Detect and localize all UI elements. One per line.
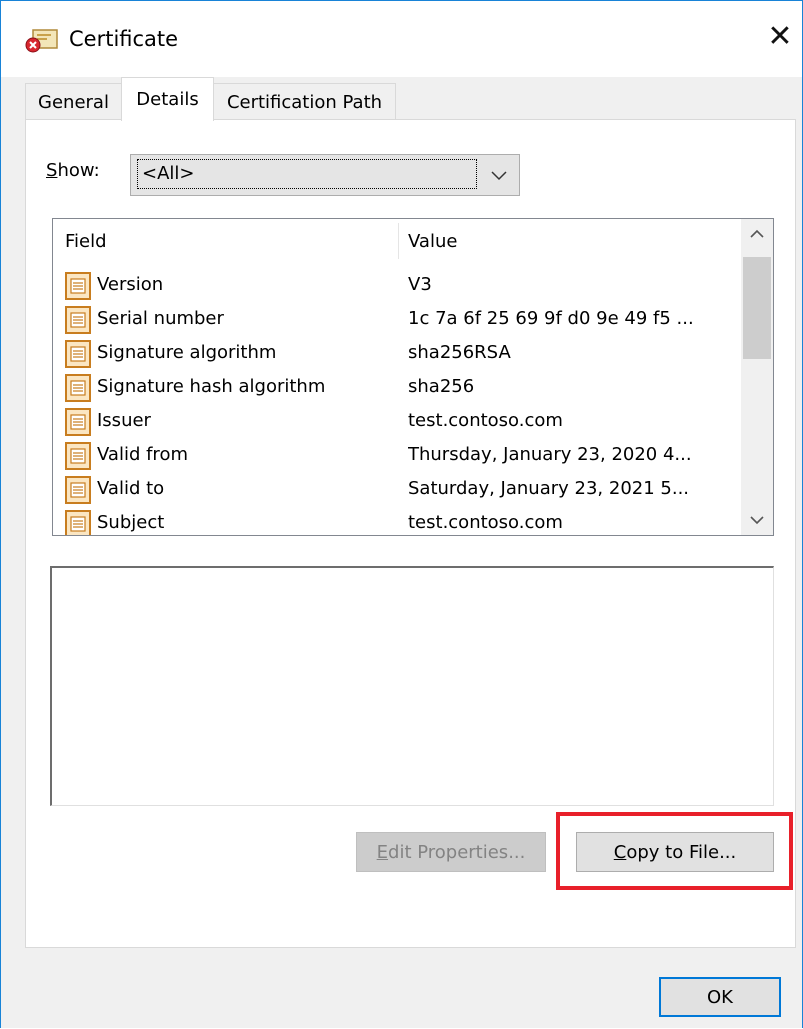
tab-general-label: General bbox=[38, 92, 109, 113]
list-item[interactable]: Valid from Thursday, January 23, 2020 4..… bbox=[53, 439, 743, 473]
edit-properties-button[interactable]: Edit Properties... bbox=[356, 832, 546, 872]
column-header-value[interactable]: Value bbox=[408, 231, 457, 252]
field-name: Issuer bbox=[97, 410, 151, 431]
certificate-dialog: Certificate ✕ General Details Certificat… bbox=[0, 0, 803, 1028]
certificate-icon bbox=[25, 27, 59, 53]
field-value: Thursday, January 23, 2020 4... bbox=[408, 444, 692, 465]
tab-certification-path-label: Certification Path bbox=[226, 92, 383, 113]
field-name: Serial number bbox=[97, 308, 224, 329]
list-rows: Version V3 Serial number 1c 7a 6f 25 69 9f … bbox=[53, 269, 743, 535]
tab-general[interactable]: General bbox=[25, 83, 122, 121]
details-panel: Show: <All> Field Value Version V3 Serial … bbox=[25, 119, 796, 948]
field-value: Saturday, January 23, 2021 5... bbox=[408, 478, 690, 499]
field-value: sha256 bbox=[408, 376, 475, 397]
list-item[interactable]: Signature hash algorithm sha256 bbox=[53, 371, 743, 405]
chevron-down-icon bbox=[489, 163, 509, 187]
list-item[interactable]: Subject test.contoso.com bbox=[53, 507, 743, 535]
field-name: Valid to bbox=[97, 478, 165, 499]
column-header-field[interactable]: Field bbox=[65, 231, 107, 252]
ok-label: OK bbox=[707, 986, 733, 1008]
show-label-accesskey: S bbox=[46, 160, 58, 181]
field-value: 1c 7a 6f 25 69 9f d0 9e 49 f5 ... bbox=[408, 308, 694, 329]
field-icon bbox=[63, 339, 93, 369]
list-item[interactable]: Serial number 1c 7a 6f 25 69 9f d0 9e 49 … bbox=[53, 303, 743, 337]
field-icon bbox=[63, 373, 93, 403]
field-icon bbox=[63, 305, 93, 335]
field-name: Signature hash algorithm bbox=[97, 376, 326, 397]
field-value: V3 bbox=[408, 274, 432, 295]
show-label-text: how: bbox=[57, 160, 100, 181]
column-divider[interactable] bbox=[398, 223, 399, 259]
vertical-scrollbar[interactable] bbox=[741, 219, 773, 535]
field-name: Subject bbox=[97, 512, 165, 533]
ok-button[interactable]: OK bbox=[659, 977, 781, 1017]
tab-certification-path[interactable]: Certification Path bbox=[213, 83, 396, 121]
field-value: test.contoso.com bbox=[408, 512, 563, 533]
list-item[interactable]: Version V3 bbox=[53, 269, 743, 303]
scroll-down-button[interactable] bbox=[741, 505, 773, 535]
list-item[interactable]: Issuer test.contoso.com bbox=[53, 405, 743, 439]
tab-details-label: Details bbox=[136, 89, 199, 110]
field-value: test.contoso.com bbox=[408, 410, 563, 431]
chevron-down-icon bbox=[749, 509, 765, 531]
list-item[interactable]: Signature algorithm sha256RSA bbox=[53, 337, 743, 371]
window-title: Certificate bbox=[69, 27, 179, 51]
close-icon: ✕ bbox=[767, 18, 793, 54]
chevron-up-icon bbox=[749, 223, 765, 245]
title-bar[interactable]: Certificate ✕ bbox=[1, 1, 802, 77]
list-item[interactable]: Valid to Saturday, January 23, 2021 5... bbox=[53, 473, 743, 507]
field-icon bbox=[63, 441, 93, 471]
show-dropdown[interactable]: <All> bbox=[130, 154, 520, 196]
show-dropdown-value: <All> bbox=[137, 159, 477, 189]
edit-properties-accesskey: E bbox=[376, 841, 389, 863]
tab-details[interactable]: Details bbox=[121, 77, 214, 121]
fields-list[interactable]: Field Value Version V3 Serial number 1c 7a … bbox=[52, 218, 774, 536]
list-header: Field Value bbox=[53, 219, 743, 263]
copy-to-file-button[interactable]: Copy to File... bbox=[576, 832, 774, 872]
field-icon bbox=[63, 271, 93, 301]
field-icon bbox=[63, 475, 93, 505]
copy-to-file-label: opy to File... bbox=[626, 841, 737, 863]
field-value: sha256RSA bbox=[408, 342, 511, 363]
show-label: Show: bbox=[46, 160, 100, 181]
scroll-up-button[interactable] bbox=[741, 219, 773, 249]
copy-to-file-accesskey: C bbox=[613, 841, 627, 863]
edit-properties-label: dit Properties... bbox=[388, 841, 526, 863]
field-icon bbox=[63, 407, 93, 437]
close-button[interactable]: ✕ bbox=[758, 13, 802, 59]
field-name: Version bbox=[97, 274, 164, 295]
scroll-thumb[interactable] bbox=[743, 257, 771, 359]
field-icon bbox=[63, 509, 93, 535]
field-name: Signature algorithm bbox=[97, 342, 277, 363]
field-name: Valid from bbox=[97, 444, 188, 465]
field-detail-box[interactable] bbox=[50, 566, 774, 806]
